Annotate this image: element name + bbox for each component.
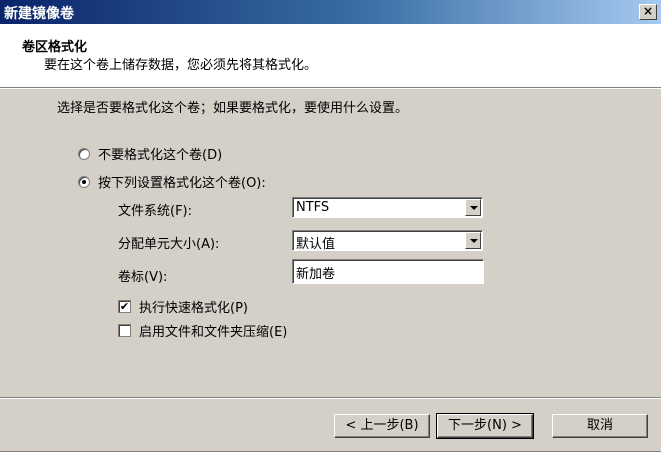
filesystem-dropdown-arrow-icon[interactable]: [465, 199, 481, 216]
title-bar: 新建镜像卷 ×: [0, 0, 661, 24]
radio-format[interactable]: 按下列设置格式化这个卷(O):: [78, 172, 266, 191]
allocation-label: 分配单元大小(A):: [118, 237, 220, 252]
filesystem-select[interactable]: NTFS: [292, 197, 483, 218]
wizard-header: 卷区格式化 要在这个卷上储存数据，您必须先将其格式化。: [0, 24, 661, 88]
radio-no-format[interactable]: 不要格式化这个卷(D): [78, 144, 222, 163]
window-title: 新建镜像卷: [4, 6, 74, 22]
prompt-text: 选择是否要格式化这个卷；如果要格式化，要使用什么设置。: [57, 101, 409, 116]
next-button[interactable]: 下一步(N) >: [436, 413, 534, 439]
allocation-dropdown-arrow-icon[interactable]: [465, 232, 481, 249]
header-title: 卷区格式化: [22, 40, 88, 55]
filesystem-value: NTFS: [296, 200, 330, 215]
compression-option[interactable]: 启用文件和文件夹压缩(E): [118, 321, 287, 340]
quick-format-checkbox[interactable]: ✔: [118, 300, 131, 313]
radio-format-label: 按下列设置格式化这个卷(O):: [98, 176, 266, 191]
quick-format-label: 执行快速格式化(P): [139, 301, 248, 316]
filesystem-label: 文件系统(F):: [118, 204, 193, 219]
radio-no-format-circle[interactable]: [78, 147, 90, 160]
cancel-button[interactable]: 取消: [552, 414, 648, 438]
back-button[interactable]: < 上一步(B): [334, 414, 430, 438]
compression-label: 启用文件和文件夹压缩(E): [139, 325, 288, 340]
allocation-value: 默认值: [296, 237, 336, 252]
header-divider: [0, 88, 661, 89]
radio-format-circle[interactable]: [78, 175, 90, 188]
close-button[interactable]: ×: [639, 4, 657, 20]
volume-label-value: 新加卷: [296, 267, 336, 282]
quick-format-option[interactable]: ✔ 执行快速格式化(P): [118, 297, 248, 316]
header-subtitle: 要在这个卷上储存数据，您必须先将其格式化。: [44, 58, 318, 73]
volume-label-input[interactable]: 新加卷: [292, 259, 484, 284]
radio-no-format-label: 不要格式化这个卷(D): [98, 148, 223, 163]
volume-label-label: 卷标(V):: [118, 270, 168, 285]
footer-divider: [0, 397, 661, 399]
compression-checkbox[interactable]: [118, 324, 131, 337]
allocation-select[interactable]: 默认值: [292, 230, 483, 252]
